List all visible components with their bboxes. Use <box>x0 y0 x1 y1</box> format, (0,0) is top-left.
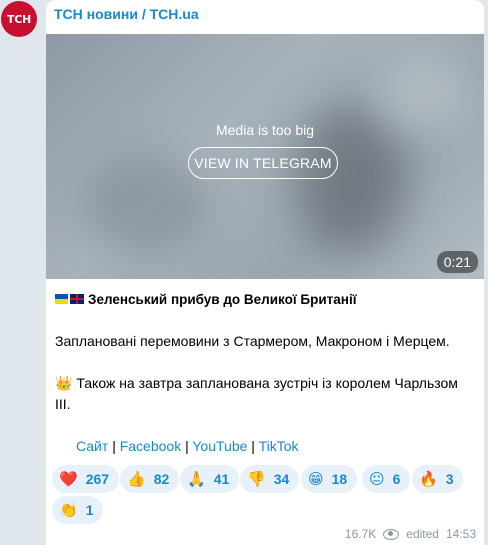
message-bubble: ТСН новини / TCH.ua Media is too big VIE… <box>46 0 484 545</box>
crown-icon: 👑 <box>55 375 73 391</box>
video-preview[interactable]: Media is too big VIEW IN TELEGRAM 0:21 <box>46 34 484 279</box>
media-too-big-notice: Media is too big <box>215 122 315 138</box>
thumbs-up-icon: 👍 <box>127 470 146 488</box>
neutral-face-icon: 😐 <box>369 470 385 488</box>
post-links: Сайт | Facebook | YouTube | TikTok <box>76 438 299 454</box>
link-separator: | <box>251 438 255 454</box>
edited-label: edited <box>406 527 439 541</box>
ukraine-flag-icon <box>55 294 68 304</box>
link-youtube[interactable]: YouTube <box>192 438 247 454</box>
grin-icon: 😁 <box>308 470 324 488</box>
reaction-thumbs-down[interactable]: 👎 34 <box>240 465 300 493</box>
video-duration-badge: 0:21 <box>436 251 478 273</box>
fire-icon: 🔥 <box>419 470 438 488</box>
post-headline: Зеленський прибув до Великої Британії <box>55 292 357 307</box>
eye-icon <box>383 528 400 540</box>
reaction-grin[interactable]: 😁 18 <box>301 465 358 493</box>
message-time: 14:53 <box>445 527 476 541</box>
link-separator: | <box>112 438 116 454</box>
uk-flag-icon <box>70 294 84 304</box>
reaction-neutral[interactable]: 😐 6 <box>362 465 411 493</box>
reaction-pray[interactable]: 🙏 41 <box>180 465 240 493</box>
link-tiktok[interactable]: TikTok <box>259 438 299 454</box>
view-in-telegram-button[interactable]: VIEW IN TELEGRAM <box>188 147 338 179</box>
message-meta: 16.7K edited 14:53 <box>345 527 476 541</box>
reaction-heart[interactable]: ❤️ 267 <box>52 465 120 493</box>
reaction-thumbs-up[interactable]: 👍 82 <box>120 465 180 493</box>
post-text-line2: 👑 Також на завтра запланована зустріч із… <box>55 375 458 412</box>
post-text-line1: Заплановані перемовини з Стармером, Макр… <box>55 333 450 349</box>
channel-avatar[interactable]: ТСН <box>1 1 37 37</box>
heart-icon: ❤️ <box>59 470 78 488</box>
link-site[interactable]: Сайт <box>76 438 108 454</box>
thumbs-down-icon: 👎 <box>247 470 266 488</box>
pray-icon: 🙏 <box>187 470 206 488</box>
link-facebook[interactable]: Facebook <box>120 438 181 454</box>
channel-name-link[interactable]: ТСН новини / TCH.ua <box>54 6 199 22</box>
link-separator: | <box>185 438 189 454</box>
view-count: 16.7K <box>344 527 377 541</box>
reaction-clap[interactable]: 👏 1 <box>52 496 104 524</box>
clap-icon: 👏 <box>59 501 78 519</box>
reaction-fire[interactable]: 🔥 3 <box>412 465 464 493</box>
